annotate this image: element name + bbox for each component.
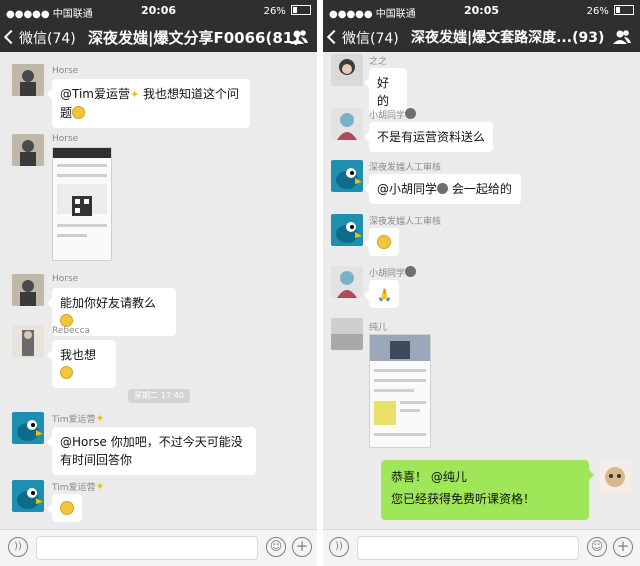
voice-input-button[interactable]: )) (329, 537, 349, 557)
chevron-left-icon (3, 29, 19, 45)
sender-name: 深夜发媸人工审核 (369, 217, 442, 227)
back-button[interactable]: 微信(74) (3, 28, 76, 48)
laugh-emoji-icon (60, 501, 74, 515)
right-phone-screen: ●●●●● 中国联通 20:05 26% 微信(74) 深夜发媸|爆文套路深度.… (323, 0, 640, 566)
praying-hands-icon: 🙏 (377, 288, 392, 302)
sender-name-text: 小胡同学 (369, 111, 406, 121)
sender-name: 纯儿 (369, 323, 388, 333)
image-message[interactable] (52, 147, 112, 261)
chevron-left-icon (326, 29, 342, 45)
alien-emoji-icon (437, 183, 449, 194)
chat-title: 深夜发媸|爆文套路深度...(93) (411, 30, 605, 46)
battery-icon (291, 5, 311, 15)
more-button[interactable]: + (613, 537, 633, 557)
alien-emoji-icon (405, 108, 417, 119)
sender-name: Horse (52, 274, 79, 284)
avatar[interactable] (12, 480, 44, 512)
back-label: 微信(74) (19, 31, 76, 47)
message-bubble[interactable]: 不是有运营资料送么 (364, 122, 493, 152)
sender-name: 小胡同学 (369, 108, 417, 121)
message-text: 会一起给的 (448, 182, 512, 196)
message-text: @Horse 你加吧，不过今天可能没有时间回答你 (60, 435, 243, 467)
status-bar: ●●●●● 中国联通 20:06 26% (0, 0, 317, 22)
battery-percent: 26% (586, 6, 609, 17)
input-bar: )) ☺ + (323, 529, 640, 566)
avatar[interactable] (331, 108, 363, 140)
message-text: 不是有运营资料送么 (377, 130, 486, 144)
message-text: 我也想 (60, 348, 97, 362)
emoji-button[interactable]: ☺ (266, 537, 286, 557)
sad-emoji-icon (377, 235, 391, 249)
avatar[interactable] (12, 274, 44, 306)
avatar[interactable] (331, 318, 363, 350)
sender-name: Horse (52, 134, 79, 144)
avatar[interactable] (331, 214, 363, 246)
avatar[interactable] (599, 460, 631, 492)
sender-name-text: 小胡同学 (369, 269, 406, 279)
outgoing-message-bubble[interactable]: 恭喜！ @纯儿 您已经获得免费听课资格！ (381, 460, 594, 520)
avatar[interactable] (12, 134, 44, 166)
group-members-icon[interactable] (612, 28, 632, 46)
sender-name: Tim爱运营✦ (52, 480, 105, 493)
battery-percent: 26% (263, 6, 286, 17)
emoji-bubble[interactable] (364, 228, 399, 256)
sender-name: 小胡同学 (369, 266, 417, 279)
sparkle-icon: ✦ (95, 412, 105, 425)
smile-emoji-icon (72, 106, 86, 119)
back-label: 微信(74) (342, 31, 399, 47)
message-bubble[interactable]: @Tim爱运营✦ 我也想知道这个问题 (47, 79, 250, 128)
message-text: 好的 (377, 76, 390, 108)
sender-name-text: Tim爱运营 (52, 415, 96, 425)
image-message[interactable] (369, 334, 431, 448)
message-line: 您已经获得免费听课资格！ (391, 492, 536, 506)
emoji-button[interactable]: ☺ (587, 537, 607, 557)
group-members-icon[interactable] (289, 28, 309, 46)
time-divider: 星期二 17:40 (128, 389, 190, 403)
battery-status: 26% (264, 5, 311, 17)
avatar[interactable] (12, 326, 44, 358)
sender-name: Horse (52, 66, 79, 76)
message-bubble[interactable]: @小胡同学 会一起给的 (364, 174, 521, 204)
message-bubble[interactable]: 我也想 (47, 340, 116, 388)
message-list[interactable]: 之之 好的 小胡同学 不是有运营资料送么 深夜发媸人工审核 @小胡同学 会一起给… (323, 52, 640, 530)
left-phone-screen: ●●●●● 中国联通 20:06 26% 微信(74) 深夜发媸|爆文分享F00… (0, 0, 317, 566)
avatar[interactable] (331, 266, 363, 298)
message-text: 能加你好友请教么 (60, 296, 157, 310)
screenshot-thumbnail-icon (370, 335, 430, 447)
sparkle-icon: ✦ (130, 88, 140, 101)
status-bar: ●●●●● 中国联通 20:05 26% (323, 0, 640, 22)
back-button[interactable]: 微信(74) (326, 28, 399, 48)
emoji-bubble[interactable]: 🙏 (364, 280, 399, 308)
more-button[interactable]: + (292, 537, 312, 557)
voice-input-button[interactable]: )) (8, 537, 28, 557)
input-bar: )) ☺ + (0, 529, 317, 566)
alien-emoji-icon (405, 266, 417, 277)
sender-name: Tim爱运营✦ (52, 412, 105, 425)
battery-status: 26% (587, 5, 634, 17)
battery-icon (614, 5, 634, 15)
message-bubble[interactable]: @Horse 你加吧，不过今天可能没有时间回答你 (47, 427, 256, 475)
emoji-bubble[interactable] (47, 494, 82, 522)
sender-name: 深夜发媸人工审核 (369, 163, 442, 173)
message-line: 恭喜！ @纯儿 (391, 470, 467, 484)
nav-bar: 微信(74) 深夜发媸|爆文分享F0066(81) (0, 22, 317, 52)
sender-name: 之之 (369, 57, 388, 67)
sender-name: Rebecca (52, 326, 91, 336)
nav-bar: 微信(74) 深夜发媸|爆文套路深度...(93) (323, 22, 640, 52)
mention: @Tim爱运营 (60, 87, 130, 101)
avatar[interactable] (12, 64, 44, 96)
laugh-emoji-icon (60, 366, 73, 379)
sender-name-text: Tim爱运营 (52, 483, 96, 493)
chat-title: 深夜发媸|爆文分享F0066(81) (88, 29, 301, 47)
avatar[interactable] (12, 412, 44, 444)
message-list[interactable]: Horse @Tim爱运营✦ 我也想知道这个问题 Horse Horse 能加你… (0, 52, 317, 530)
mention: @小胡同学 (377, 182, 438, 196)
avatar[interactable] (331, 54, 363, 86)
message-input[interactable] (357, 536, 579, 560)
message-input[interactable] (36, 536, 258, 560)
screenshot-thumbnail-icon (53, 148, 111, 260)
avatar[interactable] (331, 160, 363, 192)
sparkle-icon: ✦ (95, 480, 105, 493)
